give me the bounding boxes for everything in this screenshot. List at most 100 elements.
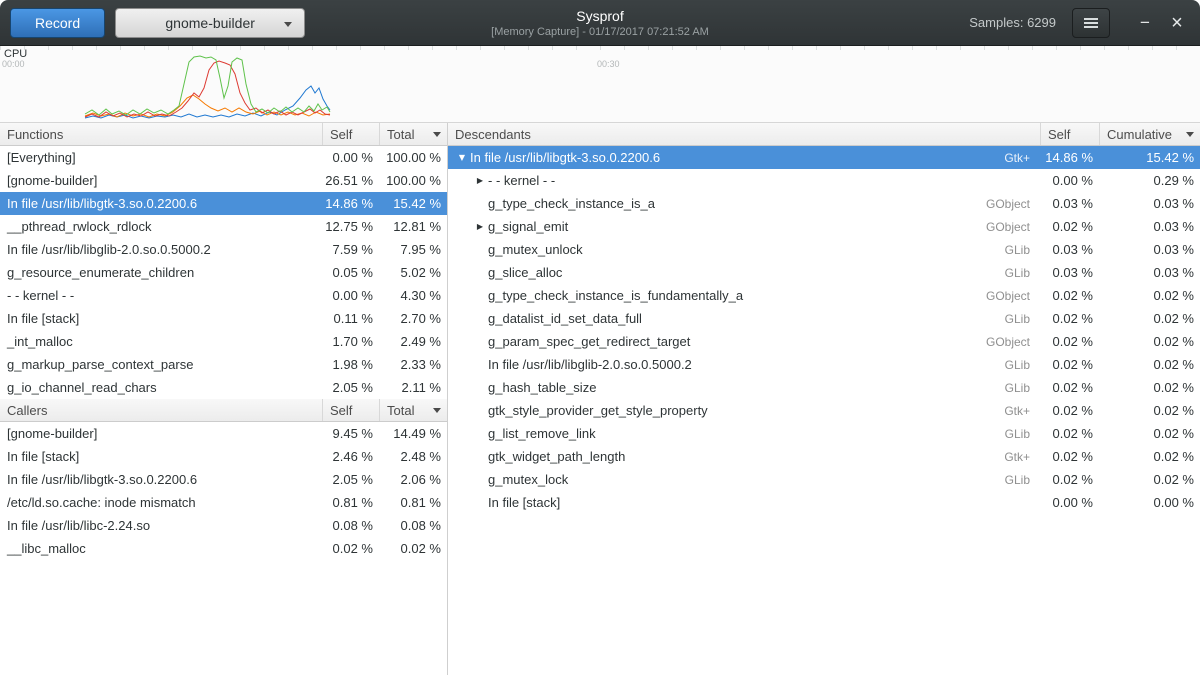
table-row[interactable]: g_markup_parse_context_parse1.98 %2.33 % — [0, 353, 447, 376]
table-row[interactable]: In file /usr/lib/libgtk-3.so.0.2200.62.0… — [0, 468, 447, 491]
cumulative-percent-cell: 0.02 % — [1099, 334, 1200, 349]
record-button[interactable]: Record — [10, 8, 105, 38]
table-row[interactable]: gtk_widget_path_lengthGtk+0.02 %0.02 % — [448, 445, 1200, 468]
chevron-down-icon — [284, 22, 292, 27]
time-label-start: 00:00 — [2, 59, 25, 69]
self-percent-cell: 0.02 % — [1040, 426, 1099, 441]
library-badge: GLib — [1005, 473, 1040, 487]
library-badge: GLib — [1005, 243, 1040, 257]
table-row[interactable]: gtk_style_provider_get_style_propertyGtk… — [448, 399, 1200, 422]
table-row[interactable]: In file /usr/lib/libglib-2.0.so.0.5000.2… — [0, 238, 447, 261]
table-row[interactable]: g_type_check_instance_is_aGObject0.03 %0… — [448, 192, 1200, 215]
function-name-cell: In file [stack] — [0, 449, 322, 464]
menu-button[interactable] — [1072, 8, 1110, 38]
library-badge: GObject — [986, 220, 1040, 234]
callers-total-column-header[interactable]: Total — [379, 399, 447, 421]
self-percent-cell: 2.05 % — [322, 380, 379, 395]
minimize-button[interactable]: − — [1132, 10, 1158, 36]
table-row[interactable]: g_resource_enumerate_children0.05 %5.02 … — [0, 261, 447, 284]
descendant-name-cell: g_type_check_instance_is_aGObject — [448, 196, 1040, 211]
table-row[interactable]: g_io_channel_read_chars2.05 %2.11 % — [0, 376, 447, 399]
function-name-cell: __pthread_rwlock_rdlock — [0, 219, 322, 234]
function-name-cell: g_resource_enumerate_children — [0, 265, 322, 280]
callers-table-header: Callers Self Total — [0, 399, 447, 422]
self-percent-cell: 0.02 % — [1040, 357, 1099, 372]
table-row[interactable]: _int_malloc1.70 %2.49 % — [0, 330, 447, 353]
functions-self-column-header[interactable]: Self — [322, 123, 379, 145]
table-row[interactable]: [gnome-builder]9.45 %14.49 % — [0, 422, 447, 445]
descendant-name-cell: ▶- - kernel - - — [448, 173, 1040, 188]
descendants-column-header[interactable]: Descendants — [448, 123, 1040, 145]
expander-right-icon[interactable]: ▶ — [472, 176, 488, 185]
table-row[interactable]: In file [stack]0.11 %2.70 % — [0, 307, 447, 330]
table-row[interactable]: ▶g_signal_emitGObject0.02 %0.03 % — [448, 215, 1200, 238]
functions-total-column-header[interactable]: Total — [379, 123, 447, 145]
self-percent-cell: 0.02 % — [1040, 288, 1099, 303]
descendant-name-cell: g_mutex_lockGLib — [448, 472, 1040, 487]
descendants-self-column-header[interactable]: Self — [1040, 123, 1099, 145]
callers-self-column-header[interactable]: Self — [322, 399, 379, 421]
cumulative-percent-cell: 0.02 % — [1099, 380, 1200, 395]
expander-right-icon[interactable]: ▶ — [472, 222, 488, 231]
function-name-cell: g_markup_parse_context_parse — [0, 357, 322, 372]
self-percent-cell: 0.00 % — [1040, 173, 1099, 188]
function-name-cell: In file /usr/lib/libgtk-3.so.0.2200.6 — [0, 196, 322, 211]
self-percent-cell: 1.98 % — [322, 357, 379, 372]
table-row[interactable]: /etc/ld.so.cache: inode mismatch0.81 %0.… — [0, 491, 447, 514]
descendant-name-cell: g_slice_allocGLib — [448, 265, 1040, 280]
expander-down-icon[interactable]: ▼ — [454, 153, 470, 162]
function-name-cell: [gnome-builder] — [0, 426, 322, 441]
table-row[interactable]: __pthread_rwlock_rdlock12.75 %12.81 % — [0, 215, 447, 238]
descendants-cumulative-column-header[interactable]: Cumulative — [1099, 123, 1200, 145]
descendant-name-label: g_slice_alloc — [488, 265, 562, 280]
table-row[interactable]: In file [stack]2.46 %2.48 % — [0, 445, 447, 468]
descendant-name-label: g_type_check_instance_is_fundamentally_a — [488, 288, 743, 303]
table-row[interactable]: g_mutex_unlockGLib0.03 %0.03 % — [448, 238, 1200, 261]
cumulative-percent-cell: 0.03 % — [1099, 219, 1200, 234]
process-selector-label: gnome-builder — [165, 15, 255, 31]
descendant-name-label: g_hash_table_size — [488, 380, 596, 395]
table-row[interactable]: g_param_spec_get_redirect_targetGObject0… — [448, 330, 1200, 353]
self-percent-cell: 0.11 % — [322, 311, 379, 326]
cpu-graph[interactable]: CPU 00:00 00:30 — [0, 46, 1200, 123]
self-percent-cell: 14.86 % — [322, 196, 379, 211]
table-row[interactable]: In file /usr/lib/libglib-2.0.so.0.5000.2… — [448, 353, 1200, 376]
descendant-name-cell: g_list_remove_link GLib — [448, 426, 1040, 441]
process-selector-dropdown[interactable]: gnome-builder — [115, 8, 305, 38]
table-row[interactable]: In file /usr/lib/libgtk-3.so.0.2200.614.… — [0, 192, 447, 215]
functions-column-header[interactable]: Functions — [0, 123, 322, 145]
self-percent-cell: 9.45 % — [322, 426, 379, 441]
table-row[interactable]: [gnome-builder]26.51 %100.00 % — [0, 169, 447, 192]
descendant-name-label: g_list_remove_link — [488, 426, 596, 441]
header-right-controls: Samples: 6299 − × — [969, 8, 1190, 38]
table-row[interactable]: - - kernel - -0.00 %4.30 % — [0, 284, 447, 307]
self-percent-cell: 0.02 % — [1040, 219, 1099, 234]
table-row[interactable]: __libc_malloc0.02 %0.02 % — [0, 537, 447, 560]
table-row[interactable]: g_type_check_instance_is_fundamentally_a… — [448, 284, 1200, 307]
callers-column-header[interactable]: Callers — [0, 399, 322, 421]
descendant-name-cell: g_type_check_instance_is_fundamentally_a… — [448, 288, 1040, 303]
self-percent-cell: 0.08 % — [322, 518, 379, 533]
cumulative-percent-cell: 0.02 % — [1099, 426, 1200, 441]
table-row[interactable]: [Everything]0.00 %100.00 % — [0, 146, 447, 169]
library-badge: GLib — [1005, 312, 1040, 326]
total-percent-cell: 2.48 % — [379, 449, 447, 464]
table-row[interactable]: g_mutex_lockGLib0.02 %0.02 % — [448, 468, 1200, 491]
cumulative-percent-cell: 0.02 % — [1099, 449, 1200, 464]
total-header-label: Total — [387, 127, 414, 142]
table-row[interactable]: ▼In file /usr/lib/libgtk-3.so.0.2200.6Gt… — [448, 146, 1200, 169]
descendant-name-label: g_mutex_unlock — [488, 242, 583, 257]
table-row[interactable]: g_slice_allocGLib0.03 %0.03 % — [448, 261, 1200, 284]
library-badge: GLib — [1005, 427, 1040, 441]
table-row[interactable]: g_hash_table_sizeGLib0.02 %0.02 % — [448, 376, 1200, 399]
self-percent-cell: 0.02 % — [1040, 334, 1099, 349]
close-button[interactable]: × — [1164, 10, 1190, 36]
table-row[interactable]: ▶- - kernel - -0.00 %0.29 % — [448, 169, 1200, 192]
table-row[interactable]: In file [stack]0.00 %0.00 % — [448, 491, 1200, 514]
table-row[interactable]: In file /usr/lib/libc-2.24.so0.08 %0.08 … — [0, 514, 447, 537]
total-percent-cell: 2.06 % — [379, 472, 447, 487]
table-row[interactable]: g_list_remove_linkGLib0.02 %0.02 % — [448, 422, 1200, 445]
main-panes: Functions Self Total [Everything]0.00 %1… — [0, 123, 1200, 675]
table-row[interactable]: g_datalist_id_set_data_fullGLib0.02 %0.0… — [448, 307, 1200, 330]
total-percent-cell: 14.49 % — [379, 426, 447, 441]
